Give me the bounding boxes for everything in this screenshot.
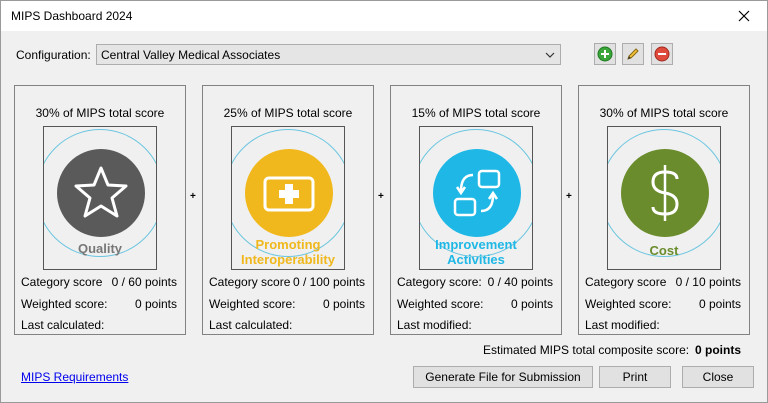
category-score-label: Category score xyxy=(585,275,667,289)
weighted-score-label: Weighted score: xyxy=(585,297,672,311)
remove-configuration-button[interactable] xyxy=(651,43,673,65)
improvement-category-name-line1: Improvement xyxy=(435,237,517,252)
plus-separator: + xyxy=(378,191,384,202)
category-score-value: 0 / 40 points xyxy=(487,275,553,289)
interoperability-category-name-line2: Interoperability xyxy=(241,252,335,267)
close-icon xyxy=(738,10,750,22)
quality-image-box[interactable]: Quality xyxy=(43,126,157,270)
category-score-label: Category score xyxy=(209,275,291,289)
last-calculated-label: Last calculated: xyxy=(21,318,105,332)
interoperability-category-name-line1: Promoting xyxy=(255,237,321,252)
plus-separator: + xyxy=(566,191,572,202)
mips-dashboard-window: MIPS Dashboard 2024 Configuration: Centr… xyxy=(0,0,768,403)
plus-separator: + xyxy=(190,191,196,202)
remove-icon xyxy=(654,46,670,62)
exchange-arrows-icon xyxy=(453,169,501,217)
print-button[interactable]: Print xyxy=(599,366,671,388)
improvement-category-name-line2: Activities xyxy=(447,252,505,267)
medical-cross-icon xyxy=(263,176,315,212)
configuration-select[interactable]: Central Valley Medical Associates xyxy=(96,44,561,65)
interoperability-weight-label: 25% of MIPS total score xyxy=(223,106,353,120)
window-title: MIPS Dashboard 2024 xyxy=(11,9,133,23)
chevron-down-icon xyxy=(545,52,555,58)
improvement-disc xyxy=(433,149,521,237)
quality-weight-label: 30% of MIPS total score xyxy=(35,106,165,120)
close-button[interactable]: Close xyxy=(682,366,754,388)
generate-file-button[interactable]: Generate File for Submission xyxy=(413,366,593,388)
improvement-image-box[interactable]: Improvement Activities xyxy=(419,126,533,270)
cost-category-name: Cost xyxy=(649,243,679,258)
weighted-score-value: 0 points xyxy=(322,297,365,311)
weighted-score-value: 0 points xyxy=(698,297,741,311)
add-configuration-button[interactable] xyxy=(594,43,616,65)
weighted-score-label: Weighted score: xyxy=(397,297,484,311)
window-close-button[interactable] xyxy=(721,1,767,31)
configuration-label: Configuration: xyxy=(16,48,91,62)
dollar-icon xyxy=(651,165,679,221)
interoperability-image-box[interactable]: Promoting Interoperability xyxy=(231,126,345,270)
edit-pencil-icon xyxy=(627,48,639,60)
cost-disc xyxy=(621,149,709,237)
interoperability-disc xyxy=(245,149,333,237)
interoperability-card: 25% of MIPS total score Promoting Intero… xyxy=(202,85,374,335)
category-score-value: 0 / 10 points xyxy=(675,275,741,289)
quality-disc xyxy=(57,149,145,237)
weighted-score-label: Weighted score: xyxy=(21,297,108,311)
improvement-weight-label: 15% of MIPS total score xyxy=(411,106,541,120)
weighted-score-value: 0 points xyxy=(510,297,553,311)
edit-configuration-button[interactable] xyxy=(622,43,644,65)
quality-category-name: Quality xyxy=(77,241,123,256)
weighted-score-label: Weighted score: xyxy=(209,297,296,311)
mips-requirements-link[interactable]: MIPS Requirements xyxy=(21,370,128,384)
cost-weight-label: 30% of MIPS total score xyxy=(599,106,729,120)
cost-card: 30% of MIPS total score Cost Category sc… xyxy=(578,85,750,335)
category-score-label: Category score: xyxy=(397,275,482,289)
quality-card: 30% of MIPS total score Quality Category… xyxy=(14,85,186,335)
last-modified-label: Last modified: xyxy=(397,318,472,332)
last-calculated-label: Last calculated: xyxy=(209,318,293,332)
title-bar: MIPS Dashboard 2024 xyxy=(1,1,767,31)
last-modified-label: Last modified: xyxy=(585,318,660,332)
estimated-score-value: 0 points xyxy=(695,343,742,357)
weighted-score-value: 0 points xyxy=(134,297,177,311)
star-icon xyxy=(74,166,128,218)
improvement-card: 15% of MIPS total score Improvement Acti… xyxy=(390,85,562,335)
category-score-label: Category score xyxy=(21,275,103,289)
estimated-score-label: Estimated MIPS total composite score: xyxy=(483,343,690,357)
add-icon xyxy=(597,46,613,62)
category-score-value: 0 / 60 points xyxy=(111,275,177,289)
configuration-selected-value: Central Valley Medical Associates xyxy=(101,48,281,62)
category-score-value: 0 / 100 points xyxy=(292,275,365,289)
cost-image-box[interactable]: Cost xyxy=(607,126,721,270)
